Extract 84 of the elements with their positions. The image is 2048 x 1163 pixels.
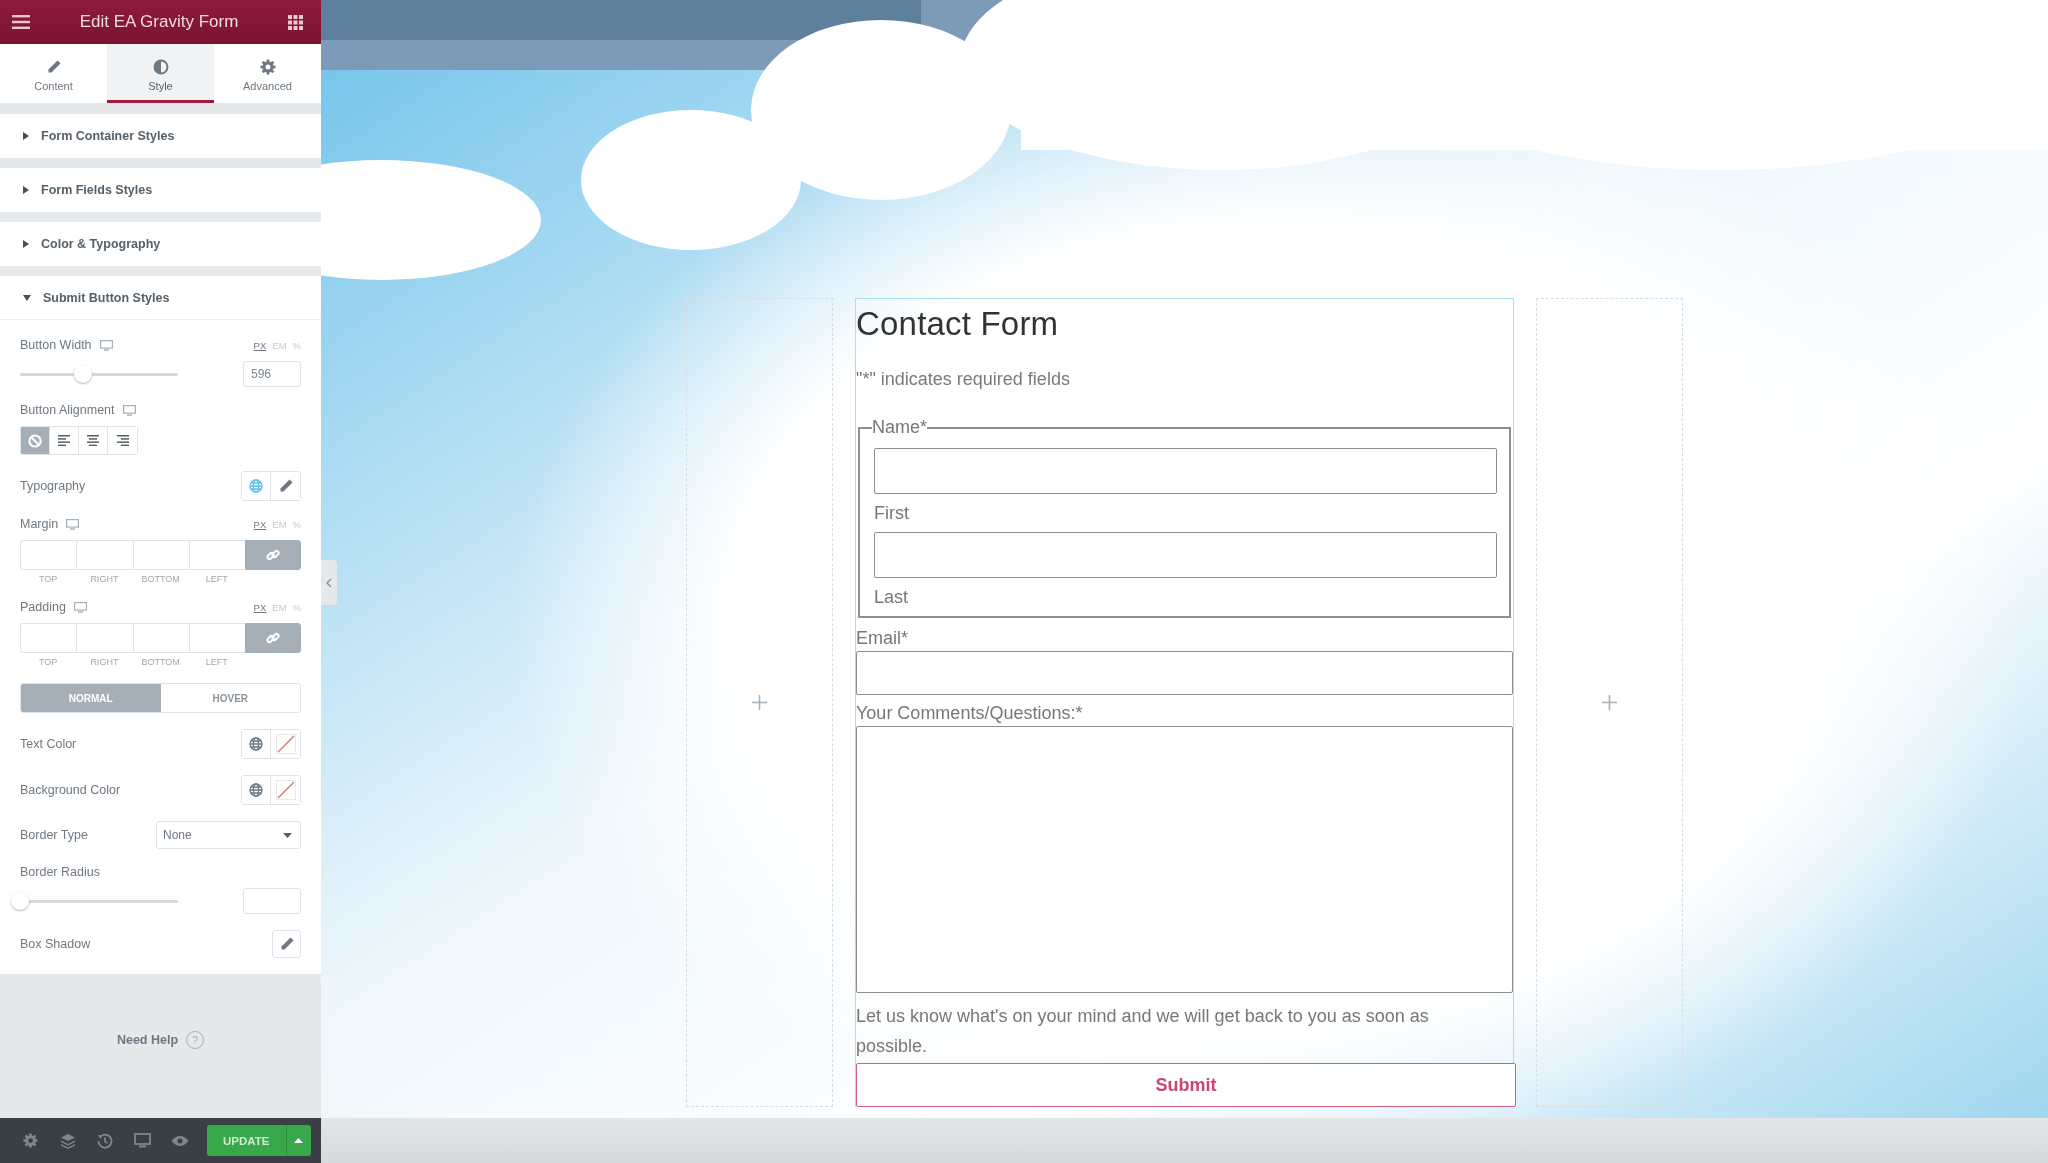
monitor-icon[interactable] (134, 1133, 152, 1148)
side-label: BOTTOM (140, 574, 181, 584)
globe-icon (249, 479, 263, 493)
form-title: Contact Form (856, 305, 1060, 343)
edit-button[interactable] (272, 930, 301, 958)
text-field[interactable] (856, 651, 1513, 696)
apps-grid-icon[interactable] (288, 14, 303, 30)
align-center-icon (87, 435, 99, 446)
eye-icon[interactable] (170, 1134, 189, 1147)
dimension-field[interactable] (20, 623, 77, 653)
slider-thumb[interactable] (74, 365, 93, 383)
link-values-button[interactable] (245, 623, 301, 653)
unit-option[interactable]: PX (253, 518, 267, 530)
globe-icon (249, 783, 263, 797)
field-label: Your Comments/Questions:* (856, 703, 1084, 725)
control-label: Button Width (20, 338, 92, 352)
number-field[interactable] (243, 888, 301, 914)
dimension-field[interactable] (20, 540, 77, 570)
text-field[interactable] (874, 532, 1497, 578)
control-label: Margin (20, 517, 59, 531)
control-label: Box Shadow (20, 937, 91, 951)
chevron-left-icon (326, 577, 332, 588)
update-button[interactable]: UPDATE (206, 1125, 286, 1156)
text-field[interactable] (874, 448, 1497, 494)
contrast-icon (152, 58, 169, 75)
field-label: Email* (856, 628, 909, 649)
field-label: Name* (872, 417, 928, 438)
required-note: "*" indicates required fields (856, 369, 1071, 390)
unit-option[interactable]: PX (253, 601, 267, 613)
caret-up-icon (294, 1138, 304, 1143)
sub-label: Last (874, 587, 910, 608)
side-label: TOP (37, 574, 59, 584)
no-color-swatch-icon[interactable] (275, 734, 296, 754)
side-label: LEFT (204, 574, 229, 584)
control-label: Text Color (20, 737, 77, 751)
history-icon[interactable] (97, 1132, 114, 1149)
panel-title: Edit EA Gravity Form (79, 12, 239, 32)
link-values-button[interactable] (245, 540, 301, 570)
gear-icon (259, 58, 276, 75)
submit-button[interactable]: Submit (856, 1063, 1516, 1107)
global-button[interactable] (242, 730, 271, 758)
side-label: RIGHT (89, 657, 120, 667)
side-label: LEFT (204, 657, 229, 667)
panel-tab[interactable]: Style (107, 44, 214, 103)
side-label: TOP (37, 657, 59, 667)
layers-icon[interactable] (59, 1132, 76, 1149)
control-label: Border Type (20, 828, 88, 842)
dimension-field[interactable] (76, 623, 133, 653)
no-sign-icon (28, 433, 42, 448)
control-label: Background Color (20, 783, 121, 797)
control-label: Padding (20, 600, 66, 614)
control-label: Border Radius (20, 865, 100, 879)
menu-icon[interactable] (12, 15, 30, 29)
dimension-field[interactable] (76, 540, 133, 570)
globe-icon (249, 737, 263, 751)
unit-option[interactable]: PX (253, 339, 267, 351)
textarea-field[interactable] (856, 726, 1513, 994)
control-label: Typography (20, 479, 86, 493)
update-options-button[interactable] (285, 1125, 312, 1156)
sub-label: First (874, 503, 910, 524)
dropdown-caret-icon (283, 832, 292, 838)
link-icon (266, 548, 280, 562)
number-field[interactable]: 596 (243, 361, 301, 387)
settings-icon[interactable] (23, 1133, 39, 1148)
plus-icon[interactable] (1602, 695, 1617, 710)
dimension-field[interactable] (132, 540, 189, 570)
align-left-icon (58, 435, 70, 446)
help-link[interactable]: Need Help (116, 1033, 179, 1047)
slider-thumb[interactable] (11, 892, 29, 910)
global-button[interactable] (242, 472, 271, 500)
plus-icon[interactable] (752, 695, 767, 710)
dimension-field[interactable] (188, 540, 245, 570)
side-label: BOTTOM (140, 657, 181, 667)
align-right-icon (116, 435, 129, 446)
dimension-field[interactable] (188, 623, 245, 653)
no-color-swatch-icon[interactable] (275, 780, 296, 800)
dimension-field[interactable] (132, 623, 189, 653)
select-field[interactable]: None (156, 821, 301, 849)
field-description: Let us know what's on your mind and we will get back to you as soon as possible. (856, 1005, 1430, 1059)
collapse-panel-handle[interactable] (321, 560, 337, 605)
global-button[interactable] (242, 776, 271, 804)
side-label: RIGHT (89, 574, 120, 584)
control-label: Button Alignment (20, 403, 115, 417)
link-icon (266, 631, 280, 645)
